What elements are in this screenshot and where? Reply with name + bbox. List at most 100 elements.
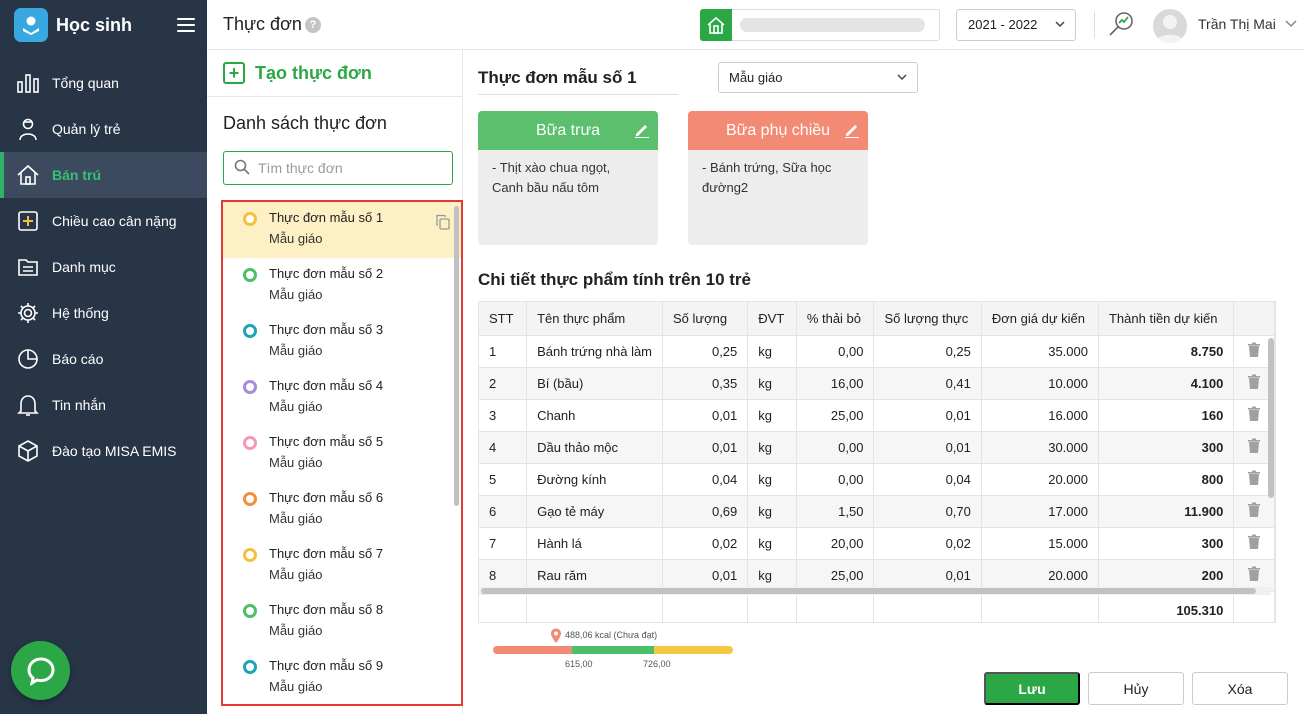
- top-bar: Thực đơn ? 2021 - 2022 Trần Thị Mai: [207, 0, 1304, 50]
- menu-name: Thực đơn mẫu số 4: [269, 378, 384, 393]
- meal-card-afternoon-snack: Bữa phụ chiều - Bánh trứng, Sữa học đườn…: [688, 111, 868, 245]
- table-cell: Bánh trứng nhà làm: [526, 335, 664, 368]
- table-row[interactable]: 6 Gạo tẻ máy 0,69 kg 1,50 0,70 17.000 11.900: [479, 495, 1275, 528]
- table-cell: 3: [479, 399, 528, 432]
- vertical-scrollbar[interactable]: [1268, 338, 1274, 498]
- table-cell: 0,02: [662, 527, 749, 560]
- table-row[interactable]: 7 Hành lá 0,02 kg 20,00 0,02 15.000 300: [479, 527, 1275, 560]
- column-header-thanh-tien: Thành tiền dự kiến: [1098, 302, 1235, 336]
- sidebar-item-chieu-cao-can-nang[interactable]: Chiều cao cân nặng: [0, 198, 207, 244]
- status-dot-icon: [243, 492, 257, 506]
- menu-name: Thực đơn mẫu số 7: [269, 546, 384, 561]
- school-year-value: 2021 - 2022: [968, 17, 1038, 32]
- sidebar-item-danh-muc[interactable]: Danh mục: [0, 244, 207, 290]
- table-row[interactable]: 2 Bí (bầu) 0,35 kg 16,00 0,41 10.000 4.100: [479, 367, 1275, 400]
- sidebar-item-tong-quan[interactable]: Tổng quan: [0, 60, 207, 106]
- delete-row-button[interactable]: [1233, 527, 1275, 560]
- scrollbar-thumb[interactable]: [481, 588, 1256, 594]
- list-item[interactable]: Thực đơn mẫu số 8 Mẫu giáo: [223, 594, 461, 650]
- folder-icon: [15, 254, 41, 280]
- sidebar-item-ban-tru[interactable]: Bán trú: [0, 152, 207, 198]
- school-selector[interactable]: [700, 9, 940, 41]
- table-row[interactable]: 1 Bánh trứng nhà làm 0,25 kg 0,00 0,25 35.000 8…: [479, 335, 1275, 368]
- list-item[interactable]: Thực đơn mẫu số 6 Mẫu giáo: [223, 482, 461, 538]
- activity-search-icon[interactable]: [1107, 10, 1135, 38]
- list-item[interactable]: Thực đơn mẫu số 2 Mẫu giáo: [223, 258, 461, 314]
- table-cell: [479, 591, 528, 622]
- table-row[interactable]: 3 Chanh 0,01 kg 25,00 0,01 16.000 160: [479, 399, 1275, 432]
- level-select[interactable]: Mẫu giáo: [718, 62, 918, 93]
- table-row[interactable]: 5 Đường kính 0,04 kg 0,00 0,04 20.000 800: [479, 463, 1275, 496]
- horizontal-scrollbar[interactable]: [479, 587, 1271, 595]
- edit-icon[interactable]: [634, 122, 650, 143]
- help-icon[interactable]: ?: [305, 17, 321, 33]
- list-item[interactable]: Thực đơn mẫu số 1 Mẫu giáo: [223, 202, 461, 258]
- list-item[interactable]: Thực đơn mẫu số 9 Mẫu giáo: [223, 650, 461, 704]
- column-header-thai-bo: % thải bỏ: [796, 302, 875, 336]
- kcal-bar-high: [654, 646, 733, 654]
- child-icon: [15, 116, 41, 142]
- search-input[interactable]: [258, 160, 438, 176]
- user-name[interactable]: Trần Thị Mai: [1198, 16, 1276, 32]
- table-cell: 0,01: [662, 431, 749, 464]
- table-cell: 800: [1098, 463, 1235, 496]
- table-cell: 0,69: [662, 495, 749, 528]
- list-item[interactable]: Thực đơn mẫu số 3 Mẫu giáo: [223, 314, 461, 370]
- page-title: Thực đơn: [223, 14, 302, 34]
- menu-name: Thực đơn mẫu số 5: [269, 434, 384, 449]
- sidebar-item-dao-tao[interactable]: Đào tạo MISA EMIS: [0, 428, 207, 474]
- table-cell: 0,35: [662, 367, 749, 400]
- divider: [207, 96, 463, 97]
- sidebar-item-label: Chiều cao cân nặng: [52, 213, 177, 229]
- table-cell: [796, 591, 875, 622]
- sidebar-item-bao-cao[interactable]: Báo cáo: [0, 336, 207, 382]
- sidebar-item-tin-nhan[interactable]: Tin nhắn: [0, 382, 207, 428]
- status-dot-icon: [243, 436, 257, 450]
- column-header-ten-thuc-pham: Tên thực phẩm: [526, 302, 664, 336]
- school-year-select[interactable]: 2021 - 2022: [956, 9, 1076, 41]
- meal-title: Bữa trưa: [535, 121, 601, 139]
- menu-level: Mẫu giáo: [269, 287, 323, 302]
- edit-icon[interactable]: [844, 122, 860, 143]
- cancel-button[interactable]: Hủy: [1088, 672, 1184, 705]
- table-row[interactable]: 4 Dầu thảo mộc 0,01 kg 0,00 0,01 30.000 300: [479, 431, 1275, 464]
- column-header-actions: [1233, 302, 1275, 336]
- chevron-down-icon[interactable]: [1285, 16, 1297, 35]
- trash-icon: [1247, 470, 1261, 489]
- table-cell: kg: [747, 399, 797, 432]
- sidebar-item-quan-ly-tre[interactable]: Quản lý trẻ: [0, 106, 207, 152]
- sidebar-item-he-thong[interactable]: Hệ thống: [0, 290, 207, 336]
- table-cell: kg: [747, 367, 797, 400]
- hamburger-menu-icon[interactable]: [177, 18, 195, 32]
- table-cell: 0,41: [873, 367, 982, 400]
- avatar[interactable]: [1153, 9, 1187, 43]
- table-cell: kg: [747, 431, 797, 464]
- sidebar-item-label: Hệ thống: [52, 305, 109, 321]
- meal-card-lunch: Bữa trưa - Thịt xào chua ngọt, Canh bầu …: [478, 111, 658, 245]
- column-header-dvt: ĐVT: [747, 302, 797, 336]
- search-box[interactable]: [223, 151, 453, 185]
- list-item[interactable]: Thực đơn mẫu số 5 Mẫu giáo: [223, 426, 461, 482]
- table-cell: 0,00: [796, 335, 875, 368]
- bar-chart-icon: [15, 70, 41, 96]
- table-cell: 5: [479, 463, 528, 496]
- list-scrollbar[interactable]: [454, 206, 459, 506]
- create-menu-button[interactable]: + Tạo thực đơn: [223, 62, 372, 84]
- list-item[interactable]: Thực đơn mẫu số 4 Mẫu giáo: [223, 370, 461, 426]
- list-item[interactable]: Thực đơn mẫu số 7 Mẫu giáo: [223, 538, 461, 594]
- status-dot-icon: [243, 660, 257, 674]
- chevron-down-icon: [1055, 10, 1065, 51]
- table-cell: 300: [1098, 431, 1235, 464]
- chat-button[interactable]: [11, 641, 70, 700]
- school-name-redacted: [740, 18, 925, 32]
- table-cell: 1,50: [796, 495, 875, 528]
- trash-icon: [1247, 374, 1261, 393]
- table-cell: 0,00: [796, 431, 875, 464]
- copy-icon[interactable]: [435, 214, 451, 233]
- delete-row-button[interactable]: [1233, 495, 1275, 528]
- meal-card-header: Bữa phụ chiều: [688, 111, 868, 150]
- save-button[interactable]: Lưu: [984, 672, 1080, 705]
- location-pin-icon: [550, 628, 562, 647]
- delete-button[interactable]: Xóa: [1192, 672, 1288, 705]
- column-header-so-luong-thuc: Số lượng thực: [873, 302, 982, 336]
